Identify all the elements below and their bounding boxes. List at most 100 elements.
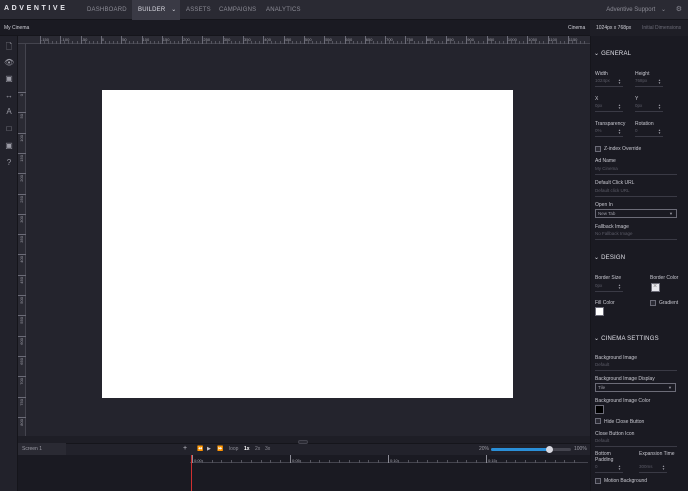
close-icon-field[interactable]: Default [595,438,677,447]
ruler-tick [18,193,26,195]
bg-image-label: Background Image [595,355,637,361]
horizontal-ruler: -150 -100 -50 0 50 100 150 200 250 300 350 400 450 50… [18,36,590,44]
file-icon[interactable]: 🗋 [4,42,14,52]
dropdown-arrow-icon: ▼ [668,385,672,390]
bg-display-label: Background Image Display [595,376,655,382]
timeline-minor-tick [221,460,223,463]
user-menu[interactable]: Adventive Support ⌄ [606,6,666,13]
nav-analytics[interactable]: ANALYTICS [266,0,301,20]
ruler-tick-label: 350 [19,236,24,243]
timeline-tick [290,455,291,463]
ruler-tick-label: 650 [19,357,24,365]
fallback-field[interactable]: No Fallback Image [595,231,677,240]
fill-color-swatch[interactable] [595,307,604,316]
timeline-ruler: 0:00 0:05 0:10 0:15 [190,455,588,463]
timeline-minor-tick [260,460,262,463]
timeline-tick-label: 0:10 [390,458,398,463]
play-icon[interactable]: ▶ [207,446,211,452]
transparency-stepper-icon[interactable]: ▲ ▼ [618,129,621,135]
gear-icon[interactable]: ⚙ [676,5,682,13]
speed-3x[interactable]: 3x [265,446,270,452]
timeline-minor-tick [329,460,331,463]
click-url-field[interactable]: Default click URL [595,188,677,197]
loop-toggle[interactable]: loop [229,446,238,452]
section-general[interactable]: ⌄ GENERAL [594,50,631,57]
speed-2x[interactable]: 2x [255,446,260,452]
nav-campaigns[interactable]: CAMPAIGNS [219,0,257,20]
image-icon[interactable]: ▣ [4,74,14,84]
eye-icon[interactable]: 👁 [4,58,14,68]
ruler-tick-label: 50 [19,114,24,119]
ruler-tick [18,416,26,418]
rotation-stepper-icon[interactable]: ▲ ▼ [658,129,661,135]
nav-dashboard[interactable]: DASHBOARD [87,0,129,20]
border-color-label: Border Color [650,275,679,281]
border-size-stepper-icon[interactable]: ▲ ▼ [618,284,621,290]
zoom-slider-knob[interactable] [545,446,553,453]
initial-dimensions-link[interactable]: Initial Dimensions [642,25,681,31]
help-icon[interactable]: ? [4,158,14,168]
dropdown-arrow-icon: ▼ [669,211,673,216]
timeline-minor-tick [564,460,566,463]
ruler-tick-label: 800 [19,418,24,426]
zoom-min-label: 20% [479,446,490,452]
adname-label: Ad Name [595,158,616,164]
x-stepper-icon[interactable]: ▲ ▼ [618,104,621,110]
open-in-select[interactable]: New Tab ▼ [595,209,677,218]
height-label: Height [635,71,650,77]
fast-forward-icon[interactable]: ⏩ [217,446,223,452]
timeline-minor-tick [505,460,507,463]
timeline-minor-tick [270,460,272,463]
text-icon[interactable]: A [4,107,14,117]
ruler-tick-label: 0 [101,37,105,42]
add-keyframe-icon[interactable]: + [183,445,187,452]
zoom-slider[interactable] [491,446,571,453]
timeline-minor-tick [495,460,497,463]
zoom-max-label: 100% [574,446,587,452]
timeline-resize-handle[interactable] [298,440,308,444]
bg-display-value: Tile [598,385,606,390]
timeline-minor-tick [466,460,468,463]
timeline-minor-tick [201,460,203,463]
bg-image-field[interactable]: Default [595,362,677,371]
width-label: Width [595,71,608,77]
transparency-label: Transparency [595,121,626,127]
playhead[interactable] [191,455,192,491]
width-stepper-icon[interactable]: ▲ ▼ [618,79,621,85]
open-in-value: New Tab [598,211,616,216]
timeline-tick [192,455,193,463]
timeline-minor-tick [319,460,321,463]
expansion-time-stepper-icon[interactable]: ▲ ▼ [662,465,665,471]
ruler-tick-label: 450 [19,276,24,284]
hide-close-checkbox[interactable] [595,418,601,424]
screen-name: Screen 1 [22,446,43,452]
timeline-minor-tick [554,460,556,463]
gradient-checkbox[interactable] [650,300,656,306]
bg-display-select[interactable]: Tile ▼ [595,383,676,392]
height-stepper-icon[interactable]: ▲ ▼ [658,79,661,85]
chevron-down-icon: ⌄ [594,51,600,57]
focus-icon[interactable]: ▣ [4,141,14,151]
border-color-swatch[interactable]: × [651,283,660,292]
motion-bg-checkbox[interactable] [595,478,601,484]
bg-color-swatch[interactable] [595,405,604,414]
section-design[interactable]: ⌄ DESIGN [594,254,625,261]
chevron-down-icon: ⌄ [171,7,177,13]
ruler-tick [18,132,26,134]
ruler-tick [18,335,26,337]
timeline-minor-tick [525,460,527,463]
ad-dimensions: 1024px x 768px [596,25,632,31]
section-cinema-settings[interactable]: ⌄ CINEMA SETTINGS [594,335,659,342]
speed-1x[interactable]: 1x [244,446,250,452]
rewind-icon[interactable]: ⏪ [197,446,203,452]
nav-assets[interactable]: ASSETS [186,0,211,20]
gradient-label: Gradient [659,300,679,306]
bottom-padding-stepper-icon[interactable]: ▲ ▼ [618,465,621,471]
nav-builder[interactable]: BUILDER ⌄ [132,0,180,20]
shape-icon[interactable]: □ [4,124,14,134]
cinema-artboard[interactable] [102,90,513,398]
zindex-checkbox[interactable] [595,146,601,152]
y-stepper-icon[interactable]: ▲ ▼ [658,104,661,110]
adname-field[interactable]: My Cinema [595,166,677,175]
code-icon[interactable]: ↔ [4,91,14,101]
